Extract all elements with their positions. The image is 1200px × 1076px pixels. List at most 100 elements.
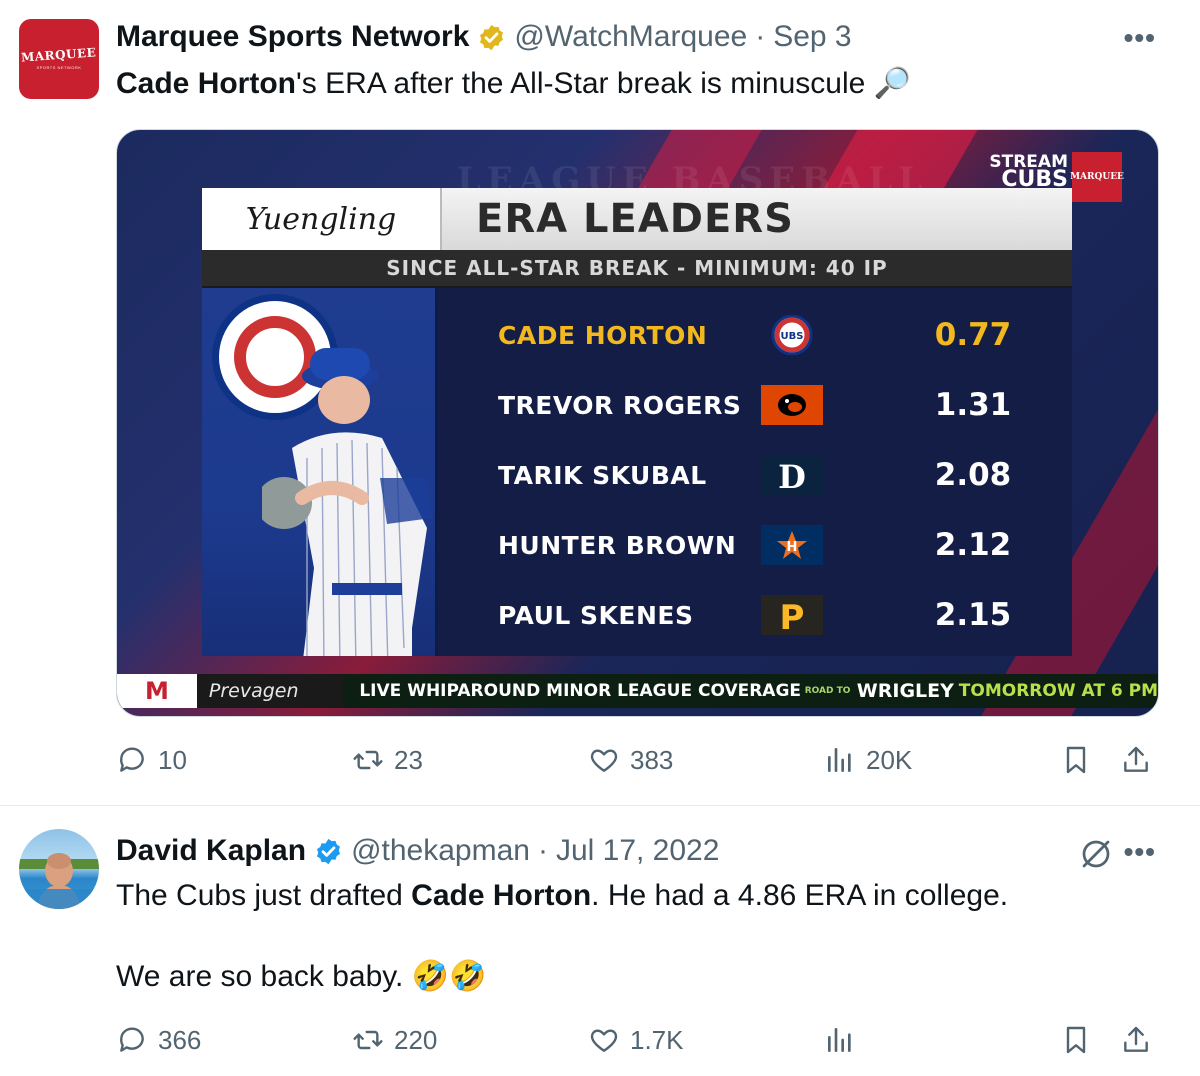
bookmark-icon	[1066, 1026, 1086, 1054]
leader-row: TREVOR ROGERS 1.31	[438, 370, 1072, 440]
player-name: TARIK SKUBAL	[498, 460, 707, 490]
reply-button[interactable]: 366	[116, 1024, 201, 1056]
marquee-badge: MARQUEE	[1070, 152, 1124, 202]
leader-row: PAUL SKENES P 2.15	[438, 580, 1072, 650]
board-title: ERA LEADERS	[476, 196, 794, 242]
board-subtitle: SINCE ALL-STAR BREAK - MINIMUM: 40 IP	[202, 250, 1072, 288]
separator-dot: ·	[755, 20, 766, 53]
repost-count: 220	[394, 1024, 438, 1055]
player-photo	[202, 288, 438, 656]
share-button[interactable]	[1120, 1024, 1152, 1056]
repost-button[interactable]: 220	[352, 1024, 437, 1056]
tweet-header: David Kaplan @thekapman · Jul 17, 2022	[116, 834, 719, 868]
views-chart-icon	[828, 1028, 851, 1052]
svg-text:UBS: UBS	[781, 331, 804, 342]
svg-text:P: P	[780, 598, 805, 635]
board-body: CADE HORTON UBS 0.77 TREVOR ROGERS 1.31	[202, 288, 1072, 656]
views-button[interactable]: 20K	[824, 744, 912, 776]
bookmark-button[interactable]	[1060, 1024, 1092, 1056]
wrigley-label: WRIGLEY	[856, 680, 954, 702]
bookmark-button[interactable]	[1060, 744, 1092, 776]
share-button[interactable]	[1120, 744, 1152, 776]
orioles-logo-icon	[761, 385, 823, 425]
pitcher-illustration	[262, 348, 432, 656]
share-icon	[1124, 746, 1148, 772]
player-name: PAUL SKENES	[498, 600, 694, 630]
stream-cubs-logo: STREAM CUBS	[989, 154, 1068, 192]
repost-button[interactable]: 23	[352, 744, 423, 776]
leaders-list: CADE HORTON UBS 0.77 TREVOR ROGERS 1.31	[438, 288, 1072, 656]
era-value: 2.15	[934, 597, 1012, 633]
era-value: 1.31	[934, 387, 1012, 423]
era-value: 2.12	[934, 527, 1012, 563]
text-segment: We are so back baby.	[116, 960, 404, 993]
more-options-icon[interactable]: •••	[1124, 22, 1156, 54]
reply-count: 366	[158, 1024, 202, 1055]
news-ticker: M Prevagen LIVE WHIPAROUND MINOR LEAGUE …	[117, 674, 1158, 708]
tweet-actions: 10 23 383 20K	[116, 744, 1164, 784]
tweet-actions: 366 220 1.7K	[116, 1024, 1164, 1064]
astros-logo-icon: H	[761, 525, 823, 565]
bookmark-icon	[1066, 746, 1086, 774]
tigers-logo-icon: D	[761, 455, 823, 495]
mention-bold: Cade Horton	[411, 879, 592, 912]
text-segment: The Cubs just drafted	[116, 879, 412, 912]
player-name: TREVOR ROGERS	[498, 390, 742, 420]
tweet-text-line-1: The Cubs just drafted Cade Horton. He ha…	[116, 876, 1008, 916]
sponsor-logo: Yuengling	[202, 188, 442, 250]
avatar-logo-text: MARQUEE	[20, 45, 98, 65]
ticker-sponsor: Prevagen	[196, 674, 344, 708]
like-count: 1.7K	[630, 1024, 684, 1055]
tweet-media-image[interactable]: LEAGUE BASEBALL STREAM CUBS MARQUEE Yuen…	[116, 129, 1159, 717]
views-chart-icon	[828, 748, 851, 772]
marquee-m-logo: M	[117, 674, 197, 708]
cubs-logo-icon: UBS	[761, 315, 823, 355]
tweet-marquee[interactable]: MARQUEE SPORTS NETWORK Marquee Sports Ne…	[0, 0, 1200, 806]
tweet-text-line-2: We are so back baby. 🤣🤣	[116, 957, 486, 997]
ticker-headline: LIVE WHIPAROUND MINOR LEAGUE COVERAGE	[359, 681, 802, 701]
author-handle[interactable]: @thekapman	[351, 834, 530, 868]
tweet-header: Marquee Sports Network @WatchMarquee · S…	[116, 20, 852, 54]
board-title-bar: Yuengling ERA LEADERS	[202, 188, 1072, 250]
reply-button[interactable]: 10	[116, 744, 187, 776]
author-handle[interactable]: @WatchMarquee	[514, 20, 747, 54]
tweet-date[interactable]: Jul 17, 2022	[556, 834, 719, 868]
avatar[interactable]	[19, 829, 99, 909]
mention-bold: Cade Horton	[116, 67, 296, 100]
laughing-emoji: 🤣🤣	[411, 959, 487, 994]
like-button[interactable]: 383	[588, 744, 673, 776]
like-count: 383	[630, 744, 674, 775]
ticker-time: TOMORROW AT 6 PM	[958, 681, 1158, 701]
tweet-text: Cade Horton's ERA after the All-Star bre…	[116, 64, 911, 104]
road-to-label: ROAD TO	[804, 686, 851, 696]
repost-icon	[353, 1030, 383, 1050]
tweet-date[interactable]: Sep 3	[773, 20, 851, 54]
share-icon	[1124, 1026, 1148, 1052]
tweet-text-rest: 's ERA after the All-Star break is minus…	[296, 67, 866, 100]
era-value: 2.08	[934, 457, 1012, 493]
era-leaders-board: Yuengling ERA LEADERS SINCE ALL-STAR BRE…	[202, 188, 1072, 656]
magnifier-emoji: 🔎	[873, 66, 911, 101]
leader-row: CADE HORTON UBS 0.77	[438, 300, 1072, 370]
avatar-sub-text: SPORTS NETWORK	[36, 65, 82, 70]
era-value: 0.77	[934, 317, 1012, 353]
avatar[interactable]: MARQUEE SPORTS NETWORK	[19, 19, 99, 99]
view-count: 20K	[866, 744, 913, 775]
verified-blue-icon[interactable]	[314, 837, 343, 866]
leader-row: TARIK SKUBAL D 2.08	[438, 440, 1072, 510]
avatar-photo	[19, 853, 99, 909]
cubs-label: CUBS	[1001, 167, 1068, 192]
grok-slash-icon[interactable]	[1078, 836, 1114, 872]
reply-icon	[120, 747, 144, 772]
author-name[interactable]: David Kaplan	[116, 834, 306, 868]
more-options-icon[interactable]: •••	[1124, 836, 1156, 868]
pirates-logo-icon: P	[761, 595, 823, 635]
leader-row: HUNTER BROWN H 2.12	[438, 510, 1072, 580]
player-name: HUNTER BROWN	[498, 530, 737, 560]
tweet-kaplan[interactable]: David Kaplan @thekapman · Jul 17, 2022 •…	[0, 806, 1200, 1076]
like-button[interactable]: 1.7K	[588, 1024, 684, 1056]
heart-icon	[590, 749, 618, 772]
views-button[interactable]	[824, 1024, 856, 1056]
author-name[interactable]: Marquee Sports Network	[116, 20, 469, 54]
verified-gold-icon[interactable]	[477, 23, 506, 52]
